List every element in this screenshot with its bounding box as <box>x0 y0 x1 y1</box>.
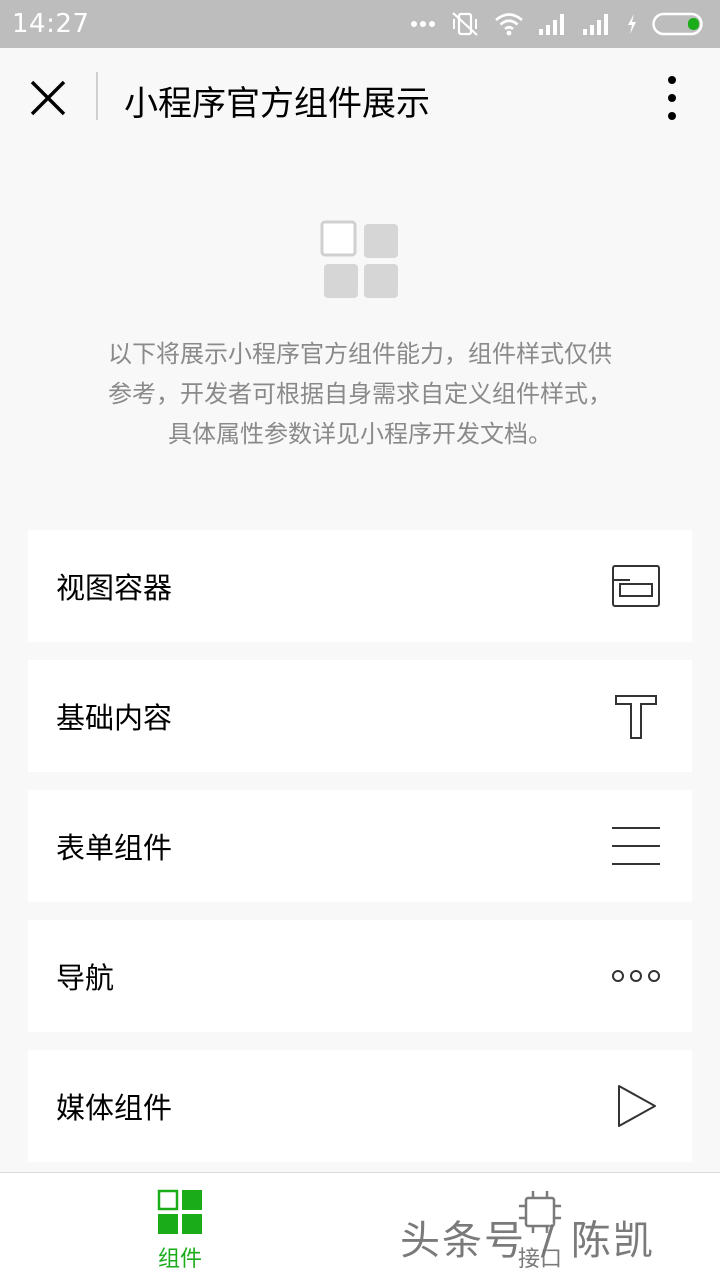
list-item-media-components[interactable]: 媒体组件 <box>28 1050 692 1162</box>
list-item-view-container[interactable]: 视图容器 <box>28 530 692 642</box>
intro-line: 参考，开发者可根据自身需求自定义组件样式， <box>108 380 612 408</box>
page-title: 小程序官方组件展示 <box>124 84 430 124</box>
more-notifications-icon <box>411 21 435 27</box>
list-item-label: 表单组件 <box>56 831 173 865</box>
list-item-basic-content[interactable]: 基础内容 <box>28 660 692 772</box>
intro-line: 以下将展示小程序官方组件能力，组件样式仅供 <box>108 340 612 368</box>
view-container-icon <box>612 565 660 607</box>
status-bar: 14:27 <box>0 0 720 48</box>
intro-description: 以下将展示小程序官方组件能力，组件样式仅供 参考，开发者可根据自身需求自定义组件… <box>60 334 660 454</box>
battery-icon <box>652 12 703 36</box>
header-divider <box>96 72 98 120</box>
close-button[interactable] <box>28 78 68 118</box>
close-icon <box>30 80 66 116</box>
list-item-label: 导航 <box>56 961 115 995</box>
play-icon <box>618 1085 656 1127</box>
text-t-icon <box>615 695 657 739</box>
tab-label: 组件 <box>157 1247 202 1272</box>
page-header: 小程序官方组件展示 <box>0 48 720 144</box>
components-tab-icon <box>157 1189 202 1234</box>
dots-icon <box>612 970 660 982</box>
vibrate-off-icon <box>452 12 478 36</box>
list-item-label: 视图容器 <box>56 571 173 605</box>
list-item-label: 媒体组件 <box>56 1091 173 1125</box>
form-lines-icon <box>612 827 660 865</box>
status-icons <box>410 10 706 38</box>
component-grid-icon <box>320 220 398 298</box>
list-item-form-components[interactable]: 表单组件 <box>28 790 692 902</box>
signal-icon <box>539 14 564 35</box>
list-item-label: 基础内容 <box>56 701 173 735</box>
tab-components[interactable]: 组件 <box>0 1173 360 1280</box>
status-time: 14:27 <box>12 9 90 39</box>
watermark: 头条号 / 陈凯 <box>400 1218 655 1264</box>
signal-icon-2 <box>583 14 608 35</box>
list-item-navigation[interactable]: 导航 <box>28 920 692 1032</box>
more-vertical-icon <box>668 76 676 120</box>
wifi-icon <box>495 13 523 36</box>
more-button[interactable] <box>650 74 694 122</box>
intro-line: 具体属性参数详见小程序开发文档。 <box>168 420 552 448</box>
charging-icon <box>628 14 636 34</box>
